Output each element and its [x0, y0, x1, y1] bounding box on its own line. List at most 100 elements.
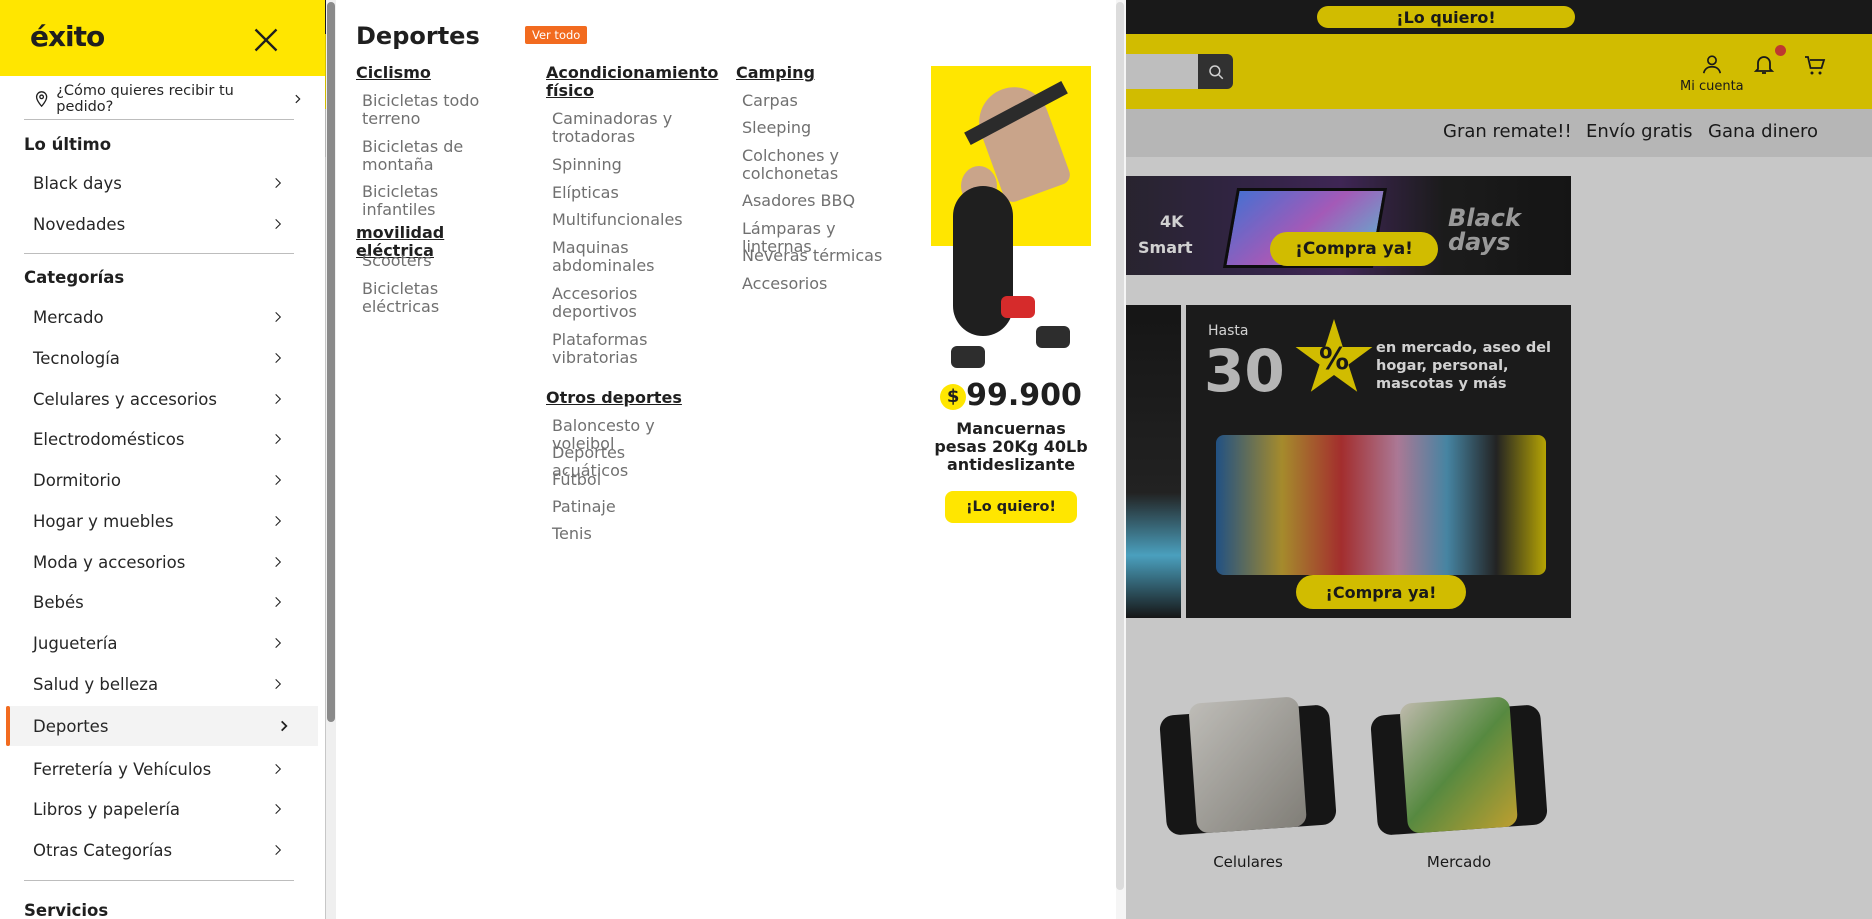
promo-dumbbells[interactable]: $99.900 Mancuernas pesas 20Kg 40Lb antid… — [931, 66, 1091, 539]
nav-item[interactable]: Deportes — [6, 706, 318, 746]
mega-group-heading[interactable]: Otros deportes — [546, 389, 706, 407]
mega-link[interactable]: Bicicletas eléctricas — [362, 280, 516, 316]
chevron-right-icon — [275, 844, 282, 856]
nav-item-label: Black days — [33, 173, 122, 193]
mega-link[interactable]: Fútbol — [552, 471, 706, 489]
section-title-lo-ultimo: Lo último — [24, 135, 112, 154]
dumbbell-image — [1001, 296, 1035, 318]
nav-item[interactable]: Celulares y accesorios — [0, 379, 318, 419]
chevron-wrapper — [271, 676, 285, 696]
divider — [24, 119, 294, 120]
mega-link[interactable]: Accesorios deportivos — [552, 285, 706, 321]
chevron-wrapper — [271, 594, 285, 614]
nav-item[interactable]: Black days — [0, 163, 318, 203]
chevron-wrapper — [271, 216, 285, 236]
nav-item-label: Hogar y muebles — [33, 511, 174, 531]
divider — [24, 880, 294, 881]
chevron-right-icon — [275, 556, 282, 568]
mega-group-heading[interactable]: Ciclismo — [356, 64, 516, 82]
nav-item-label: Otras Categorías — [33, 840, 173, 860]
chevron-wrapper — [271, 801, 285, 821]
chevron-wrapper — [271, 350, 285, 370]
mega-link[interactable]: Plataformas vibratorias — [552, 331, 706, 367]
promo-cta-button[interactable]: ¡Lo quiero! — [945, 491, 1077, 523]
nav-item[interactable]: Tecnología — [0, 338, 318, 378]
promo-price: $99.900 — [931, 378, 1091, 413]
nav-item[interactable]: Libros y papelería — [0, 789, 318, 829]
nav-item[interactable]: Ferretería y Vehículos — [0, 749, 318, 789]
nav-item-label: Bebés — [33, 592, 84, 612]
mega-menu-title: Deportes — [356, 22, 480, 50]
mega-scrollbar-thumb[interactable] — [1116, 2, 1124, 890]
mega-link[interactable]: Neveras térmicas — [742, 247, 896, 265]
delivery-method-selector[interactable]: ¿Cómo quieres recibir tu pedido? — [33, 83, 303, 115]
nav-item-label: Celulares y accesorios — [33, 389, 217, 409]
nav-item-label: Libros y papelería — [33, 799, 181, 819]
close-button[interactable] — [248, 22, 284, 58]
chevron-right-icon — [275, 393, 282, 405]
nav-item-label: Tecnología — [33, 348, 120, 368]
chevron-right-icon — [275, 763, 282, 775]
mega-link[interactable]: Carpas — [742, 92, 896, 110]
nav-item-label: Electrodomésticos — [33, 429, 185, 449]
nav-item[interactable]: Salud y belleza — [0, 664, 318, 704]
nav-item[interactable]: Novedades — [0, 204, 318, 244]
mega-link[interactable]: Spinning — [552, 156, 706, 174]
chevron-right-icon — [275, 433, 282, 445]
mega-link[interactable]: Maquinas abdominales — [552, 239, 706, 275]
exito-logo[interactable]: éxito — [30, 20, 105, 53]
nav-item[interactable]: Dormitorio — [0, 460, 318, 500]
chevron-wrapper — [277, 718, 291, 738]
mega-link[interactable]: Accesorios — [742, 275, 896, 293]
nav-item[interactable]: Juguetería — [0, 623, 318, 663]
chevron-right-icon — [275, 177, 282, 189]
price-value: 99.900 — [966, 378, 1082, 413]
mega-link[interactable]: Patinaje — [552, 498, 706, 516]
chevron-wrapper — [271, 554, 285, 574]
nav-item-label: Salud y belleza — [33, 674, 159, 694]
mega-link[interactable]: Asadores BBQ — [742, 192, 896, 210]
nav-item[interactable]: Moda y accesorios — [0, 542, 318, 582]
nav-item-label: Novedades — [33, 214, 126, 234]
view-all-button[interactable]: Ver todo — [525, 26, 588, 44]
chevron-wrapper — [271, 391, 285, 411]
page: ¡Lo quiero! Mi cuenta Gran remate!! Enví… — [0, 0, 1872, 919]
section-title-servicios: Servicios — [24, 901, 109, 919]
chevron-wrapper — [271, 472, 285, 492]
mega-link[interactable]: Caminadoras y trotadoras — [552, 110, 706, 146]
chevron-wrapper — [271, 309, 285, 329]
mega-link[interactable]: Bicicletas de montaña — [362, 138, 516, 174]
chevron-right-icon — [275, 678, 282, 690]
nav-item[interactable]: Hogar y muebles — [0, 501, 318, 541]
drawer-scrollbar-thumb[interactable] — [327, 2, 335, 722]
mega-link[interactable]: Elípticas — [552, 184, 706, 202]
mega-link[interactable]: Bicicletas infantiles — [362, 183, 516, 219]
nav-item-label: Deportes — [33, 716, 109, 736]
nav-item-label: Moda y accesorios — [33, 552, 186, 572]
mega-link[interactable]: Colchones y colchonetas — [742, 147, 896, 183]
mega-link[interactable]: Bicicletas todo terreno — [362, 92, 516, 128]
nav-item[interactable]: Mercado — [0, 297, 318, 337]
mega-link[interactable]: Scooters — [362, 252, 516, 270]
mega-link[interactable]: Sleeping — [742, 119, 896, 137]
promo-description: Mancuernas pesas 20Kg 40Lb antideslizant… — [934, 419, 1088, 474]
nav-item[interactable]: Electrodomésticos — [0, 419, 318, 459]
mega-group-heading[interactable]: Acondicionamiento físico — [546, 64, 718, 100]
mega-link[interactable]: Tenis — [552, 525, 706, 543]
nav-item[interactable]: Bebés — [0, 582, 318, 622]
delivery-prompt: ¿Cómo quieres recibir tu pedido? — [56, 83, 234, 115]
chevron-wrapper — [271, 431, 285, 451]
location-pin-icon — [35, 91, 48, 108]
close-icon — [254, 28, 278, 52]
nav-item[interactable]: Otras Categorías — [0, 830, 318, 870]
dumbbell-image — [951, 346, 985, 368]
divider — [24, 253, 294, 254]
mega-group-heading[interactable]: Camping — [736, 64, 896, 82]
chevron-wrapper — [271, 175, 285, 195]
chevron-right-icon — [275, 218, 282, 230]
section-title-categorias: Categorías — [24, 268, 125, 287]
chevron-right-icon — [294, 94, 301, 104]
chevron-wrapper — [271, 761, 285, 781]
mega-link[interactable]: Multifuncionales — [552, 211, 706, 229]
nav-item-label: Ferretería y Vehículos — [33, 759, 212, 779]
